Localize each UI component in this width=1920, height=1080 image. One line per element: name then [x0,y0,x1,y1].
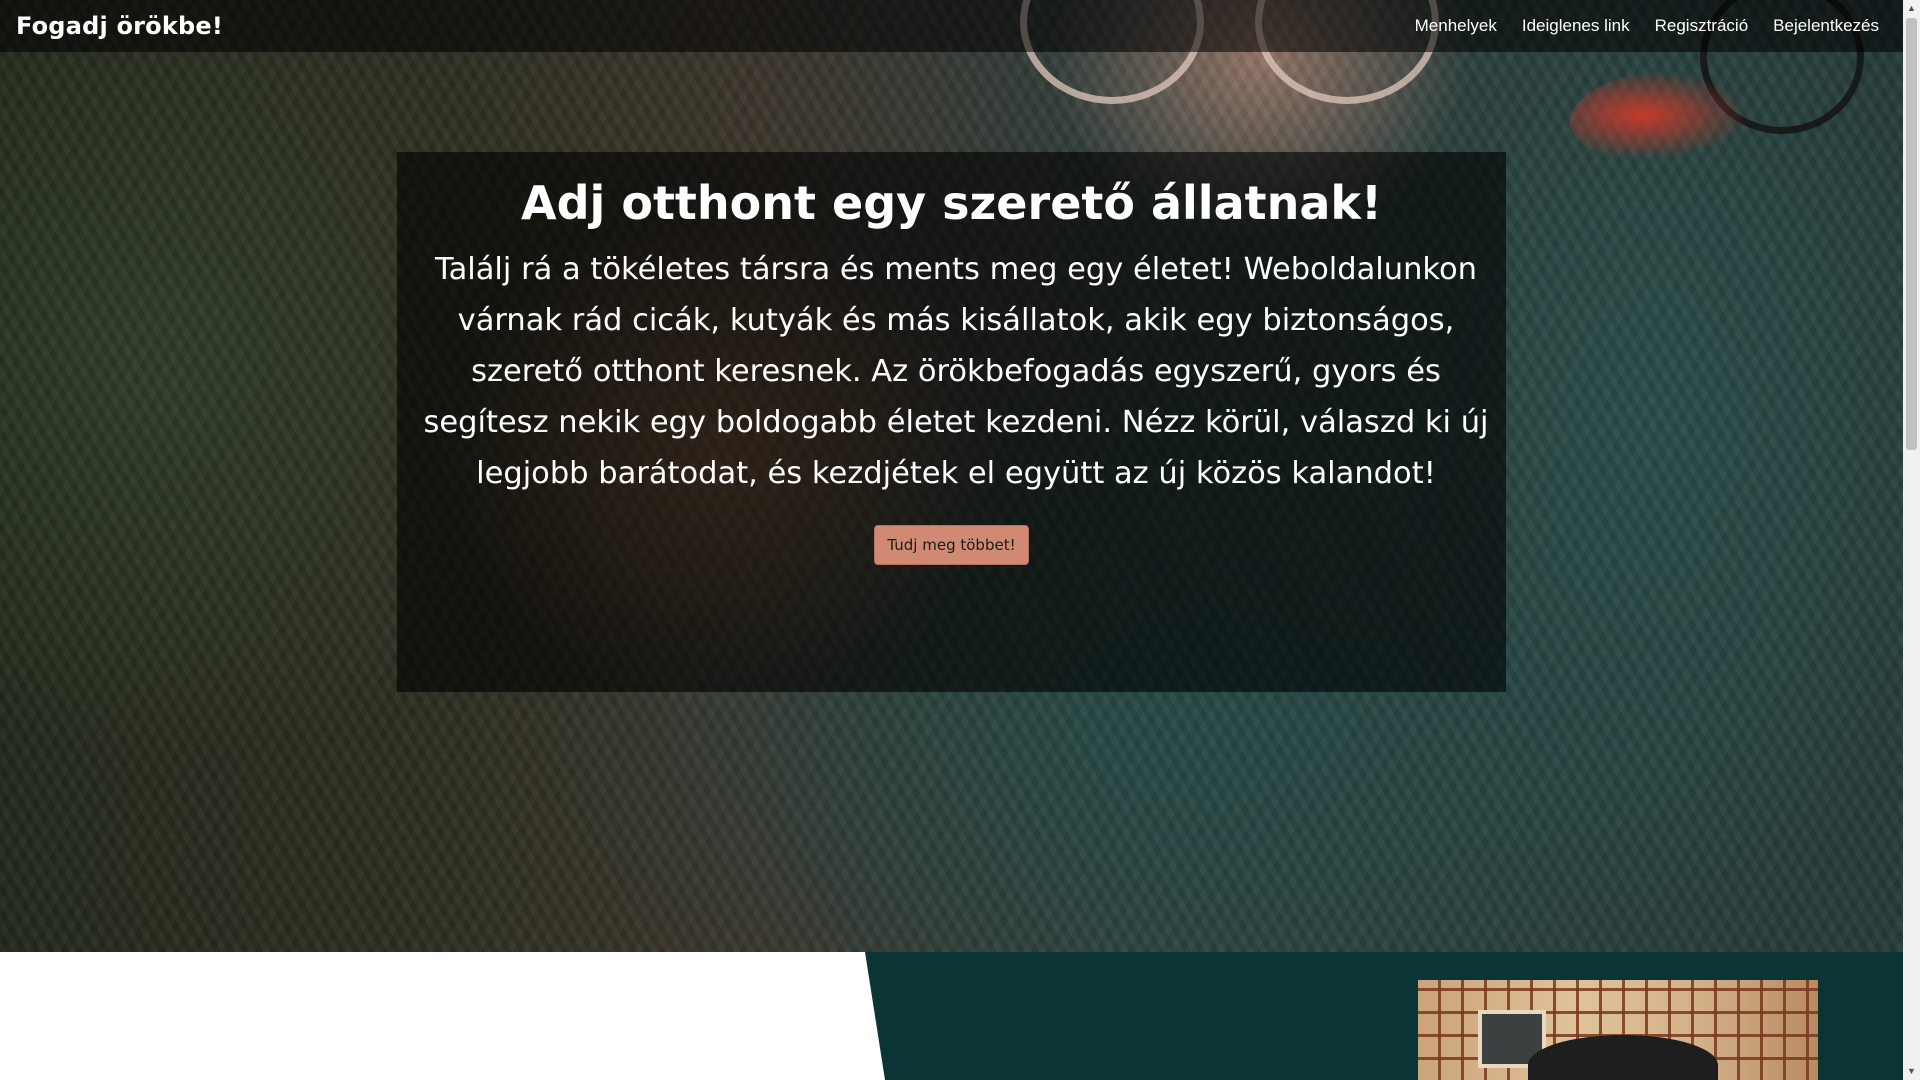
scroll-down-icon[interactable]: ▼ [1903,1063,1920,1080]
second-section [0,952,1903,1080]
nav-link-ideiglenes[interactable]: Ideiglenes link [1522,16,1630,36]
hero-card: Adj otthont egy szerető állatnak! Találj… [397,152,1506,692]
cage-photo-detail [1528,1035,1718,1080]
nav-link-registration[interactable]: Regisztráció [1655,16,1749,36]
nav-links: Menhelyek Ideiglenes link Regisztráció B… [1415,16,1887,36]
animal-cage-photo [1418,980,1818,1080]
scrollbar-thumb[interactable] [1906,18,1917,450]
scroll-up-icon[interactable]: ▲ [1903,0,1920,17]
learn-more-button[interactable]: Tudj meg többet! [874,525,1029,565]
brand-logo[interactable]: Fogadj örökbe! [16,12,223,40]
hero-photo-detail [1570,70,1750,160]
page: Fogadj örökbe! Menhelyek Ideiglenes link… [0,0,1920,1080]
nav-link-menhelyek[interactable]: Menhelyek [1415,16,1497,36]
hero-title: Adj otthont egy szerető állatnak! [521,176,1382,230]
navbar: Fogadj örökbe! Menhelyek Ideiglenes link… [0,0,1903,52]
page-scrollbar[interactable]: ▲ ▼ [1903,0,1920,1080]
hero-description: Találj rá a tökéletes társra és ments me… [423,252,1489,491]
nav-link-login[interactable]: Bejelentkezés [1773,16,1879,36]
